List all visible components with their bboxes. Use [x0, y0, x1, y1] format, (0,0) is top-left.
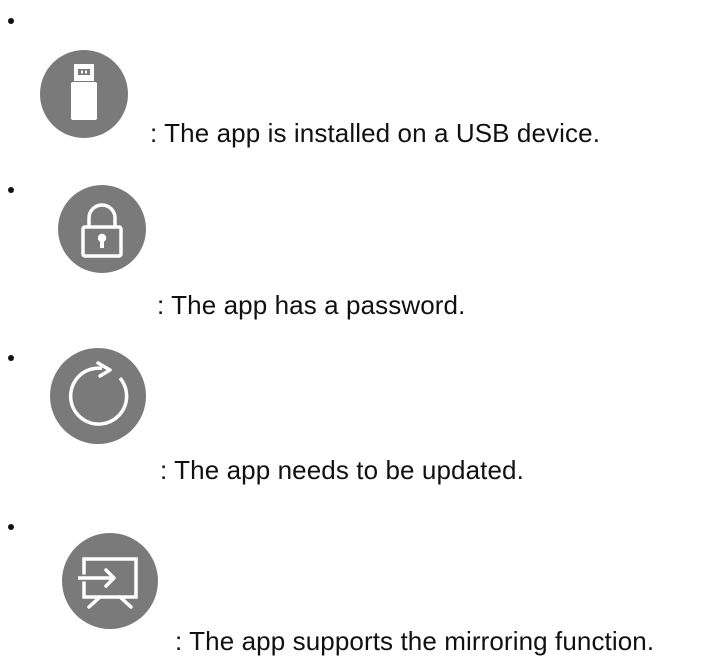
- item-description: : The app supports the mirroring functio…: [175, 626, 655, 656]
- bullet: [8, 18, 14, 24]
- bullet: [8, 187, 14, 193]
- lock-icon: [58, 185, 146, 273]
- item-description: : The app needs to be updated.: [160, 455, 524, 485]
- refresh-icon: [50, 348, 146, 444]
- item-description: : The app has a password.: [157, 290, 466, 320]
- bullet: [8, 524, 14, 530]
- bullet: [8, 355, 14, 361]
- item-description: : The app is installed on a USB device.: [150, 118, 601, 148]
- usb-icon: [40, 50, 128, 138]
- mirroring-icon: [62, 533, 158, 629]
